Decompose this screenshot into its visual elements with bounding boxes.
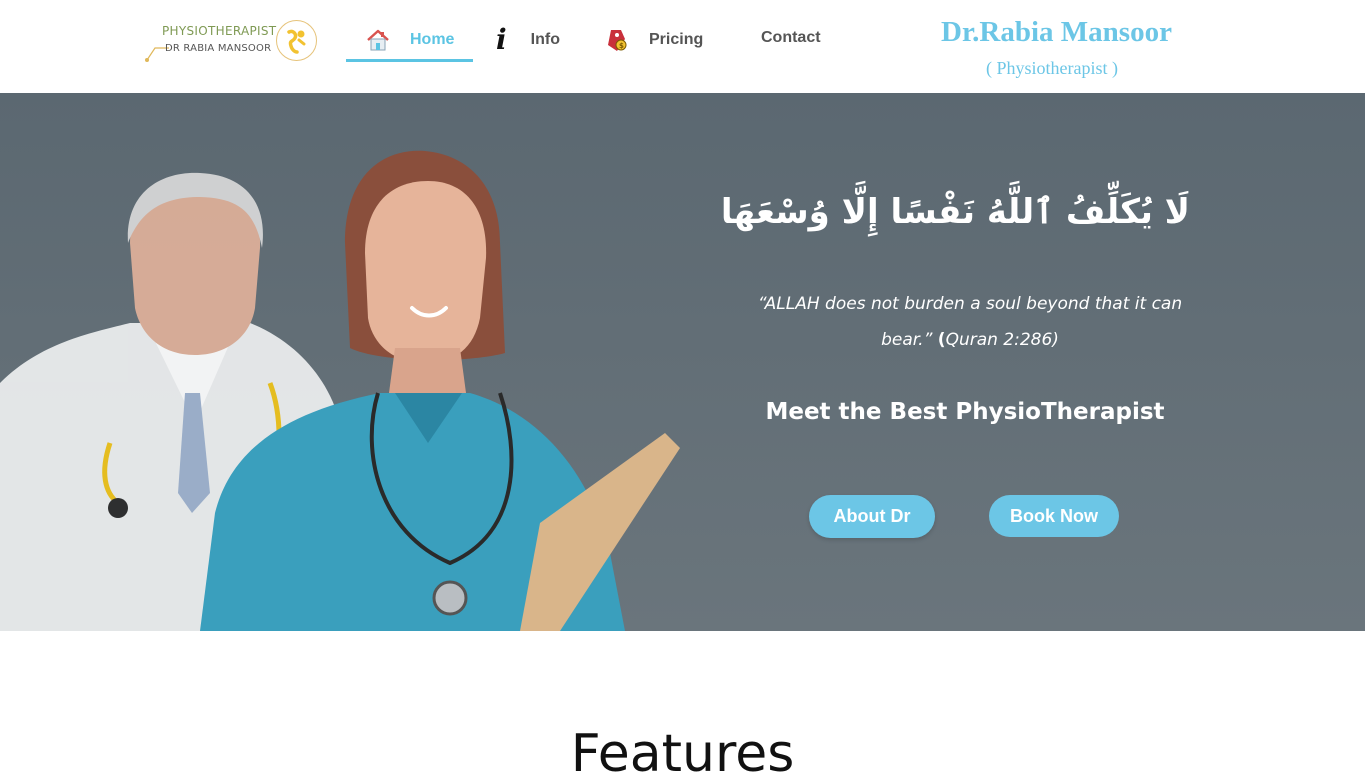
nav-home-label: Home [410, 31, 455, 48]
brand-subtitle: ( Physiotherapist ) [986, 58, 1118, 78]
logo-title: PHYSIOTHERAPIST [162, 24, 277, 38]
hero-quote: “ALLAH does not burden a soul beyond tha… [740, 286, 1200, 358]
quote-open-paren: ( [937, 330, 946, 350]
site-logo[interactable]: PHYSIOTHERAPIST DR RABIA MANSOOR [143, 18, 318, 64]
quote-reference: Quran 2:286) [945, 330, 1059, 350]
hero-headline: Meet the Best PhysioTherapist [765, 399, 1165, 425]
nav-pricing-label: Pricing [649, 31, 704, 48]
price-tag-icon: $ [605, 27, 629, 53]
about-dr-button[interactable]: About Dr [809, 495, 935, 538]
nav-contact[interactable]: Contact [761, 18, 821, 58]
brand-name: Dr.Rabia Mansoor [941, 16, 1172, 48]
home-icon [366, 28, 390, 52]
svg-text:$: $ [619, 42, 624, 50]
nav-contact-label: Contact [761, 29, 821, 46]
logo-subtitle: DR RABIA MANSOOR [165, 43, 272, 54]
physio-logo-icon [276, 20, 317, 61]
features-heading: Features [570, 724, 795, 776]
nav-active-underline [346, 59, 473, 62]
site-header: PHYSIOTHERAPIST DR RABIA MANSOOR Home i … [0, 0, 1365, 93]
info-icon: i [496, 23, 507, 56]
nav-home[interactable]: Home [346, 20, 473, 62]
quran-ayah: لَا يُكَلِّفُ ٱللَّهُ نَفْسًا إِلَّا وُس… [720, 192, 1190, 232]
doctors-photo [0, 150, 680, 631]
nav-pricing[interactable]: $ Pricing [605, 20, 703, 60]
hero-banner: لَا يُكَلِّفُ ٱللَّهُ نَفْسًا إِلَّا وُس… [0, 93, 1365, 631]
nav-info-label: Info [530, 31, 560, 48]
book-now-button[interactable]: Book Now [989, 495, 1119, 537]
nav-info[interactable]: i Info [496, 20, 560, 60]
